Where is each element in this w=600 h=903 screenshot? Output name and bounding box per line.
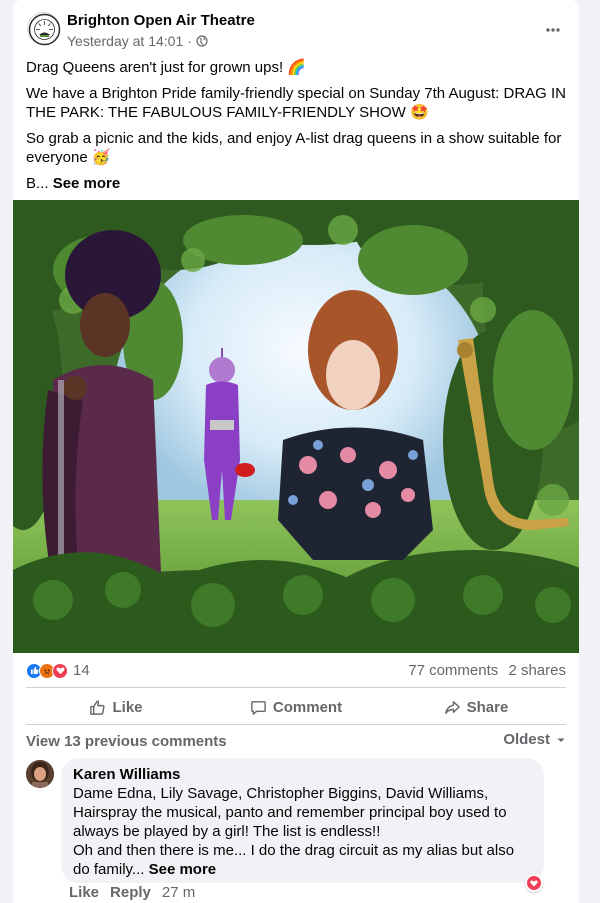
post-actions: Like Comment Share bbox=[26, 690, 566, 724]
comment-bubble: Karen Williams Dame Edna, Lily Savage, C… bbox=[61, 758, 544, 883]
comments-count[interactable]: 77 comments bbox=[408, 662, 498, 679]
reaction-count: 14 bbox=[73, 662, 90, 679]
thumbs-up-icon bbox=[90, 700, 106, 715]
post-photo[interactable] bbox=[13, 200, 579, 653]
shares-count[interactable]: 2 shares bbox=[508, 662, 566, 679]
comment-sort-dropdown[interactable]: Oldest bbox=[503, 731, 566, 748]
like-label: Like bbox=[112, 698, 143, 716]
love-reaction-icon bbox=[527, 876, 541, 890]
share-icon bbox=[444, 700, 460, 714]
page-avatar[interactable] bbox=[27, 12, 61, 46]
comment-label: Comment bbox=[272, 698, 343, 716]
divider bbox=[26, 724, 566, 725]
view-previous-comments-link[interactable]: View 13 previous comments bbox=[26, 733, 227, 750]
globe-icon bbox=[196, 35, 208, 47]
post-timestamp[interactable]: Yesterday at 14:01 bbox=[67, 33, 183, 49]
comment-actions: Like Reply 27 m bbox=[69, 884, 195, 901]
comment-text: Dame Edna, Lily Savage, Christopher Bigg… bbox=[73, 785, 515, 878]
post-meta: Yesterday at 14:01 · bbox=[67, 33, 208, 49]
post-header: Brighton Open Air Theatre Yesterday at 1… bbox=[13, 0, 579, 58]
comment-like-link[interactable]: Like bbox=[69, 884, 99, 901]
love-reaction-icon bbox=[52, 662, 68, 679]
truncated-text: B... bbox=[26, 175, 49, 192]
like-button[interactable]: Like bbox=[26, 690, 206, 724]
comment-reply-link[interactable]: Reply bbox=[110, 884, 151, 901]
theatre-logo-icon bbox=[28, 13, 61, 46]
comments-bar: View 13 previous comments Oldest bbox=[26, 731, 566, 753]
post-text: Drag Queens aren't just for grown ups! 🌈… bbox=[26, 58, 566, 200]
see-more-link[interactable]: See more bbox=[53, 175, 121, 192]
comment-see-more-link[interactable]: See more bbox=[149, 861, 217, 878]
comment-reaction-badge[interactable] bbox=[525, 874, 543, 892]
comment-age[interactable]: 27 m bbox=[162, 884, 195, 901]
commenter-photo bbox=[26, 760, 54, 788]
drag-show-photo bbox=[13, 200, 579, 653]
reaction-summary[interactable]: 14 bbox=[26, 662, 90, 679]
page-name[interactable]: Brighton Open Air Theatre bbox=[67, 12, 255, 29]
comment-author[interactable]: Karen Williams bbox=[73, 765, 532, 784]
post-stats: 14 77 comments 2 shares bbox=[26, 660, 566, 682]
share-button[interactable]: Share bbox=[386, 690, 566, 724]
commenter-avatar[interactable] bbox=[26, 760, 54, 788]
post-truncated: B... See more bbox=[26, 174, 566, 193]
post-paragraph: Drag Queens aren't just for grown ups! 🌈 bbox=[26, 59, 307, 76]
share-label: Share bbox=[466, 698, 509, 716]
post-card: Brighton Open Air Theatre Yesterday at 1… bbox=[13, 0, 579, 903]
divider bbox=[26, 687, 566, 688]
caret-down-icon bbox=[557, 738, 565, 742]
comment-button[interactable]: Comment bbox=[206, 690, 386, 724]
meta-separator: · bbox=[187, 33, 192, 49]
post-paragraph: We have a Brighton Pride family-friendly… bbox=[26, 85, 566, 121]
more-options-icon bbox=[546, 28, 560, 32]
post-paragraph: So grab a picnic and the kids, and enjoy… bbox=[26, 130, 562, 166]
engagement-counts: 77 comments 2 shares bbox=[402, 662, 566, 679]
more-options-button[interactable] bbox=[543, 20, 563, 40]
sort-label: Oldest bbox=[503, 731, 550, 748]
comment-icon bbox=[251, 700, 266, 715]
